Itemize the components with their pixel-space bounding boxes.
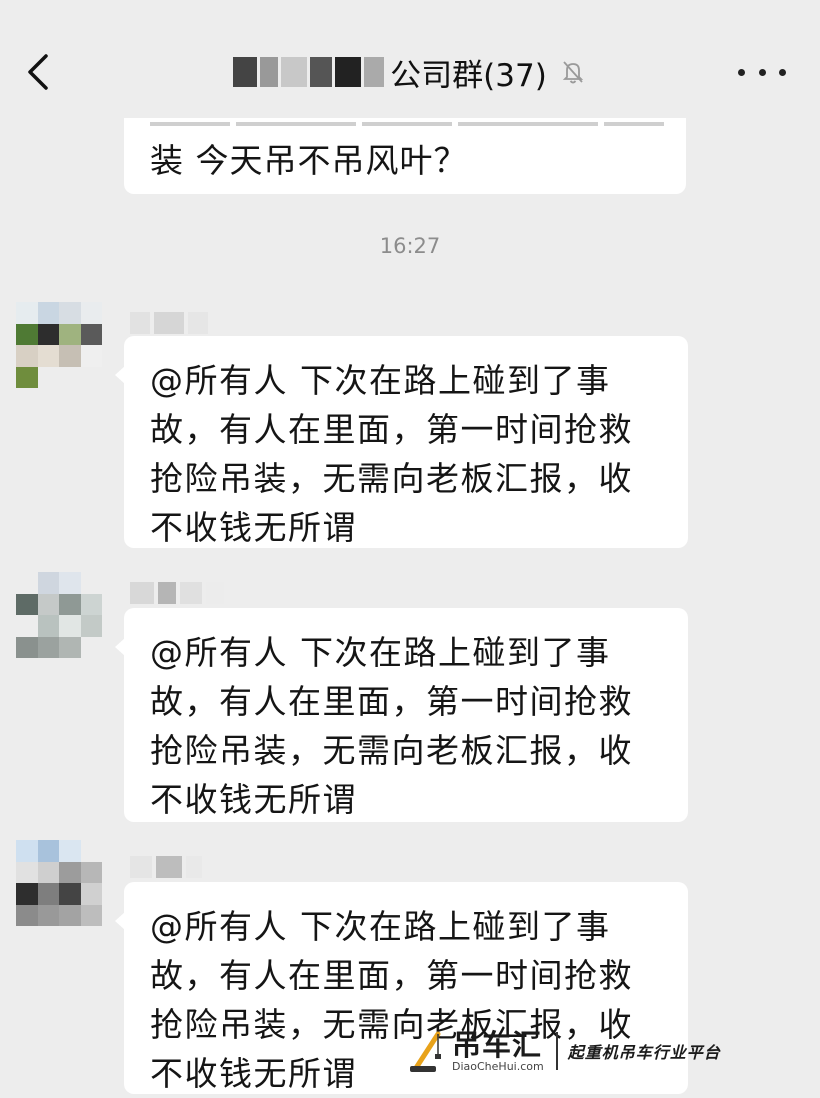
message-bubble[interactable]: @所有人 下次在路上碰到了事故，有人在里面，第一时间抢救抢险吊装，无需向老板汇报… bbox=[115, 336, 688, 548]
more-button[interactable] bbox=[738, 54, 786, 90]
message-bubble[interactable]: @所有人 下次在路上碰到了事故，有人在里面，第一时间抢救抢险吊装，无需向老板汇报… bbox=[115, 608, 688, 822]
avatar[interactable] bbox=[16, 840, 102, 926]
redacted-group-name bbox=[233, 57, 385, 87]
previous-message-bubble[interactable]: 装 今天吊不吊风叶？ bbox=[124, 100, 686, 194]
avatar[interactable] bbox=[16, 302, 102, 388]
more-dots-icon bbox=[779, 68, 786, 76]
chat-title-area[interactable]: 公司群(37) bbox=[0, 50, 820, 94]
watermark-divider bbox=[555, 1032, 558, 1070]
watermark-url: DiaoCheHui.com bbox=[452, 1059, 544, 1073]
cropped-text-fragment bbox=[150, 100, 680, 126]
redacted-sender-name bbox=[130, 312, 208, 334]
chat-title: 公司群(37) bbox=[390, 57, 547, 94]
timestamp: 16:27 bbox=[379, 234, 441, 258]
redacted-sender-name bbox=[130, 582, 224, 604]
more-dots-icon bbox=[758, 68, 766, 76]
watermark-name: 吊车汇 bbox=[452, 1027, 543, 1062]
bell-off-icon bbox=[562, 61, 583, 84]
crane-icon bbox=[410, 1031, 441, 1072]
redacted-sender-name bbox=[130, 856, 202, 878]
watermark: 吊车汇 DiaoCheHui.com 起重机吊车行业平台 bbox=[408, 1024, 721, 1078]
watermark-slogan: 起重机吊车行业平台 bbox=[567, 1043, 721, 1062]
avatar[interactable] bbox=[16, 572, 102, 658]
more-dots-icon bbox=[738, 68, 745, 76]
previous-message-text: 装 今天吊不吊风叶？ bbox=[150, 141, 468, 180]
